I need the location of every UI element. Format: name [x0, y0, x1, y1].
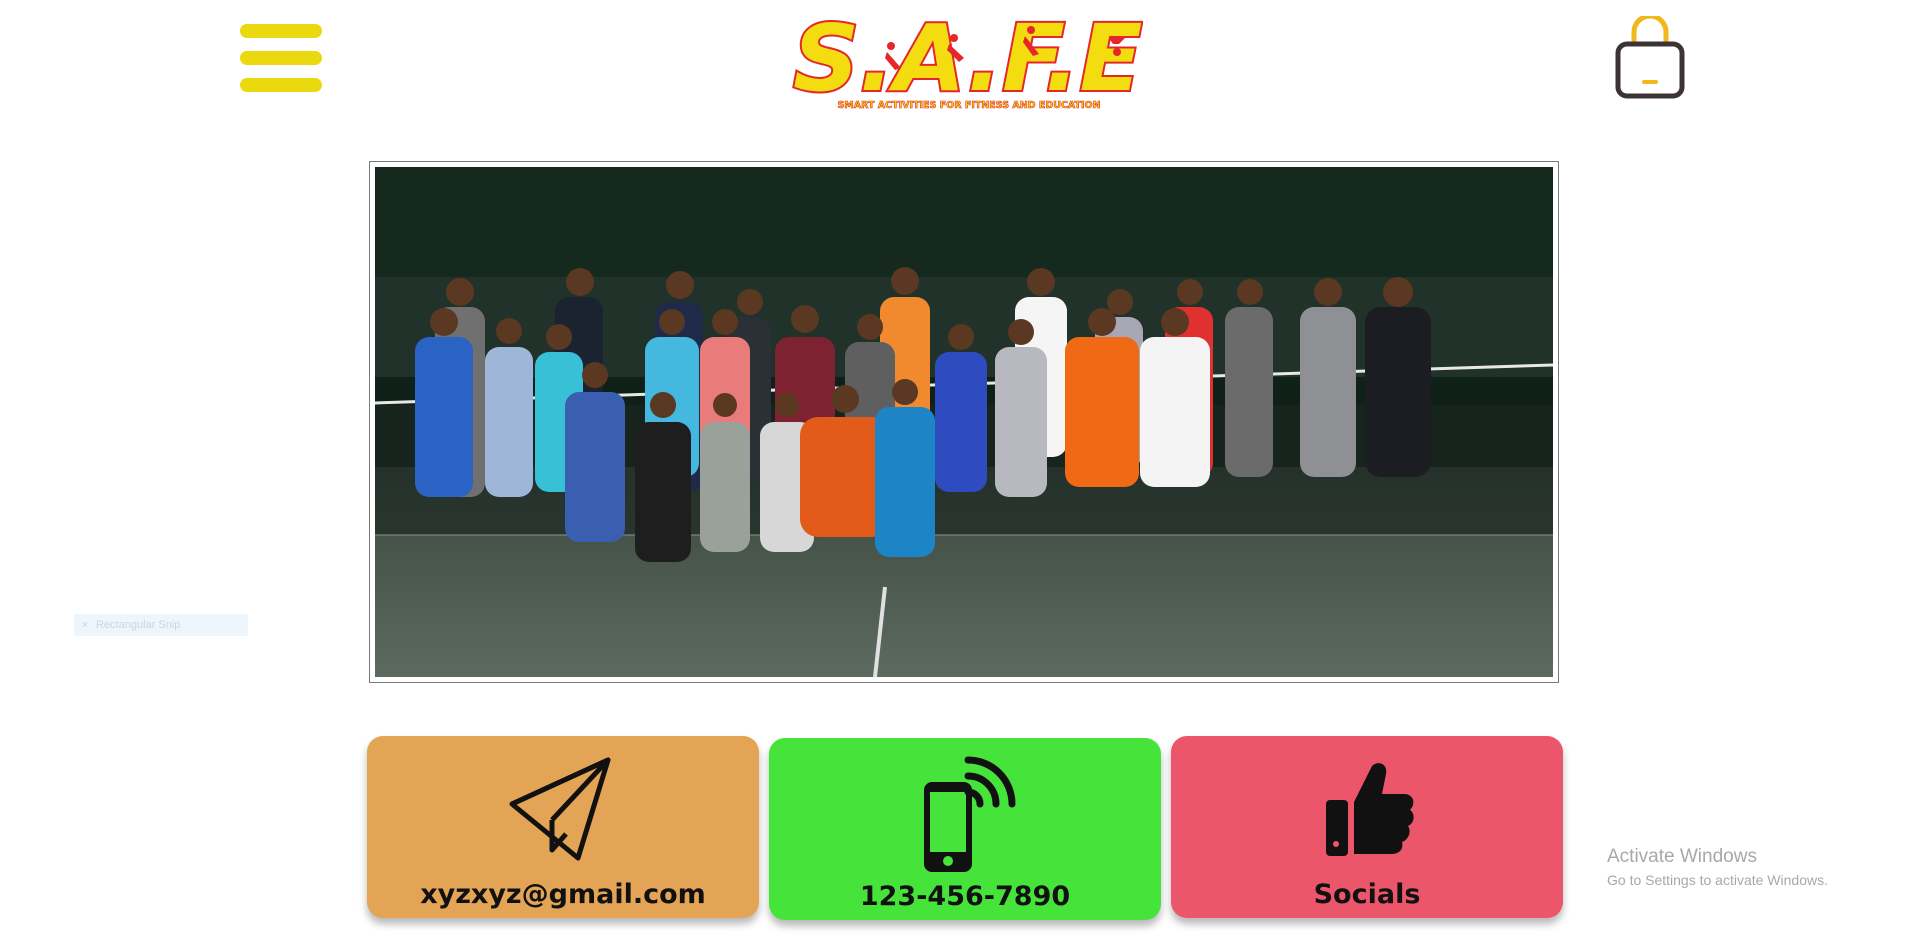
- mobile-phone-signal-icon: [924, 756, 1016, 872]
- paper-plane-icon: [509, 757, 611, 861]
- safe-logo[interactable]: S.A.F.E. SMART ACTIVITIES FOR FITNESS AN…: [789, 8, 1143, 112]
- socials-label[interactable]: Socials: [1171, 879, 1563, 910]
- menu-bar: [240, 78, 322, 92]
- close-icon[interactable]: ×: [74, 614, 96, 636]
- menu-bar: [240, 24, 322, 38]
- shopping-bag-icon[interactable]: [1614, 16, 1686, 100]
- email-contact-card[interactable]: xyzxyz@gmail.com: [367, 736, 759, 918]
- windows-activation-watermark: Activate Windows Go to Settings to activ…: [1607, 844, 1828, 890]
- activation-title: Activate Windows: [1607, 846, 1757, 867]
- svg-text:S.A.F.E.: S.A.F.E.: [793, 8, 1143, 112]
- phone-number[interactable]: 123-456-7890: [769, 881, 1161, 912]
- group-photo: [375, 167, 1553, 677]
- email-address[interactable]: xyzxyz@gmail.com: [367, 879, 759, 910]
- phone-contact-card[interactable]: 123-456-7890: [769, 738, 1161, 920]
- socials-contact-card[interactable]: Socials: [1171, 736, 1563, 918]
- logo-tagline: SMART ACTIVITIES FOR FITNESS AND EDUCATI…: [837, 100, 1100, 111]
- thumbs-up-icon: [1326, 763, 1414, 856]
- menu-bar: [240, 51, 322, 65]
- hamburger-menu-button[interactable]: [240, 22, 322, 94]
- activation-subtitle: Go to Settings to activate Windows.: [1607, 872, 1828, 888]
- snip-label-text: Rectangular Snip: [96, 619, 181, 631]
- hero-photo-frame: [369, 161, 1559, 683]
- rectangular-snip-label[interactable]: × Rectangular Snip: [74, 614, 248, 636]
